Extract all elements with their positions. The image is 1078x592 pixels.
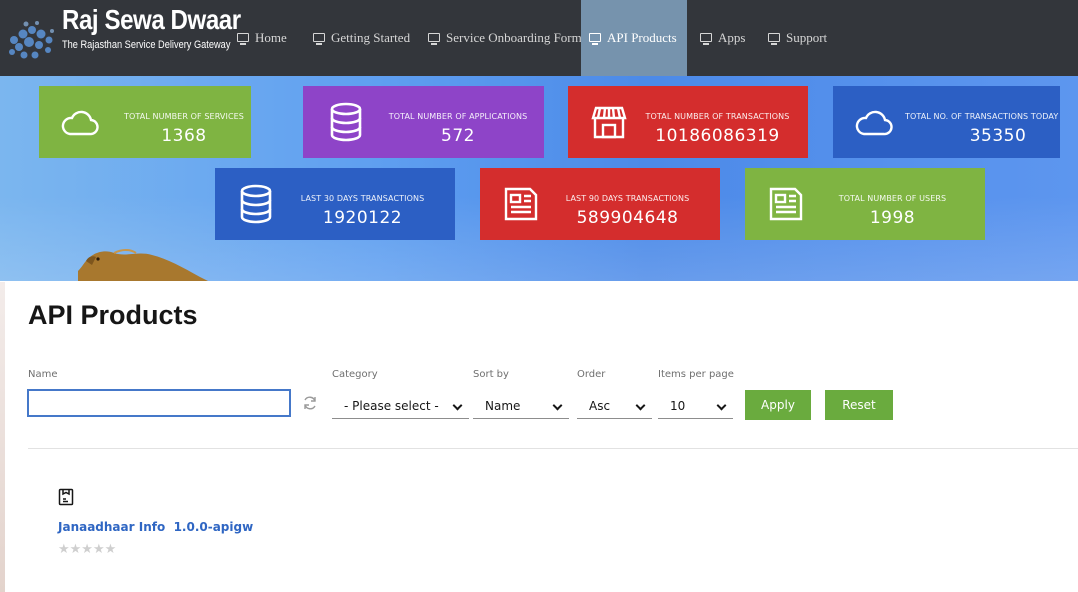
store-icon: [591, 106, 627, 139]
stat-value: 35350: [969, 126, 1027, 146]
chevron-down-icon: [635, 400, 646, 411]
nav-item-label: Home: [255, 30, 287, 45]
stat-value: 1368: [161, 126, 207, 146]
stat-label: TOTAL NUMBER OF APPLICATIONS: [388, 112, 528, 121]
cloud-icon: [61, 110, 99, 136]
order-select[interactable]: Asc: [577, 394, 652, 419]
nav-item-service-onboarding-form[interactable]: Service Onboarding Form: [420, 0, 590, 76]
product-link[interactable]: Janaadhaar Info 1.0.0-apigw: [58, 520, 253, 534]
order-select-value: Asc: [589, 399, 611, 413]
page-title: API Products: [28, 300, 198, 330]
brand-subtitle: The Rajasthan Service Delivery Gateway: [62, 39, 231, 51]
divider: [28, 448, 1078, 449]
stat-value: 1998: [869, 208, 916, 228]
stat-card-transactions: TOTAL NUMBER OF TRANSACTIONS 10186086319: [568, 86, 808, 158]
database-icon: [240, 184, 272, 224]
stat-label: TOTAL NO. OF TRANSACTIONS TODAY: [905, 112, 1059, 121]
order-label: Order: [577, 369, 606, 380]
monitor-icon: [589, 32, 601, 45]
product-name: Janaadhaar Info: [58, 520, 166, 534]
items-per-page-select-value: 10: [670, 399, 686, 413]
hero-banner: TOTAL NUMBER OF SERVICES 1368 TOTAL NUMB…: [0, 76, 1078, 281]
left-edge-decoration: [0, 282, 5, 592]
stat-value: 1920122: [322, 208, 403, 228]
stat-card-services: TOTAL NUMBER OF SERVICES 1368: [39, 86, 251, 158]
camel-illustration: [78, 249, 208, 281]
monitor-icon: [768, 32, 780, 45]
brand-title[interactable]: Raj Sewa Dwaar: [62, 4, 241, 36]
sortby-select-value: Name: [485, 399, 521, 413]
top-navbar: Raj Sewa Dwaar The Rajasthan Service Del…: [0, 0, 1078, 76]
nav-item-home[interactable]: Home: [229, 0, 295, 76]
name-label: Name: [28, 369, 58, 380]
stat-card-users: TOTAL NUMBER OF USERS 1998: [745, 168, 985, 240]
nav-item-getting-started[interactable]: Getting Started: [305, 0, 418, 76]
stat-card-applications: TOTAL NUMBER OF APPLICATIONS 572: [303, 86, 544, 158]
monitor-icon: [700, 32, 712, 45]
stat-label: TOTAL NUMBER OF SERVICES: [124, 112, 244, 121]
rating-stars[interactable]: ★★★★★: [58, 542, 116, 557]
stat-label: LAST 90 DAYS TRANSACTIONS: [565, 194, 690, 203]
stat-value: 589904648: [576, 208, 679, 228]
name-input[interactable]: [27, 389, 291, 417]
category-label: Category: [332, 369, 378, 380]
stat-label: LAST 30 DAYS TRANSACTIONS: [300, 194, 425, 203]
nav-item-label: Getting Started: [331, 30, 411, 45]
stat-value: 10186086319: [655, 126, 780, 146]
product-box-icon: [58, 488, 74, 506]
monitor-icon: [428, 32, 440, 45]
stat-label: TOTAL NUMBER OF TRANSACTIONS: [645, 112, 790, 121]
nav-item-apps[interactable]: Apps: [692, 0, 753, 76]
stat-card-last-30-days: LAST 30 DAYS TRANSACTIONS 1920122: [215, 168, 455, 240]
items-per-page-label: Items per page: [658, 369, 734, 380]
monitor-icon: [313, 32, 325, 45]
nav-item-label: API Products: [607, 30, 677, 45]
category-select[interactable]: - Please select -: [332, 394, 469, 419]
nav-item-label: Support: [786, 30, 828, 45]
stat-card-last-90-days: LAST 90 DAYS TRANSACTIONS 589904648: [480, 168, 720, 240]
items-per-page-select[interactable]: 10: [658, 394, 733, 419]
sortby-label: Sort by: [473, 369, 509, 380]
chevron-down-icon: [452, 400, 463, 411]
logo-icon: [9, 21, 54, 59]
category-select-value: - Please select -: [344, 399, 439, 413]
chevron-down-icon: [552, 400, 563, 411]
product-version: 1.0.0-apigw: [173, 520, 254, 534]
stat-card-transactions-today: TOTAL NO. OF TRANSACTIONS TODAY 35350: [833, 86, 1060, 158]
reset-button[interactable]: Reset: [825, 390, 893, 420]
refresh-icon[interactable]: [302, 395, 318, 411]
cloud-icon: [855, 110, 893, 136]
stat-value: 572: [441, 126, 475, 146]
nav-item-label: Service Onboarding Form: [446, 30, 582, 45]
newspaper-icon: [504, 187, 538, 221]
nav-item-api-products[interactable]: API Products: [581, 0, 687, 76]
newspaper-icon: [769, 187, 803, 221]
monitor-icon: [237, 32, 249, 45]
stat-label: TOTAL NUMBER OF USERS: [838, 194, 947, 203]
apply-button[interactable]: Apply: [745, 390, 811, 420]
nav-item-support[interactable]: Support: [760, 0, 835, 76]
sortby-select[interactable]: Name: [473, 394, 569, 419]
chevron-down-icon: [716, 400, 727, 411]
database-icon: [330, 102, 362, 142]
nav-item-label: Apps: [718, 30, 746, 45]
